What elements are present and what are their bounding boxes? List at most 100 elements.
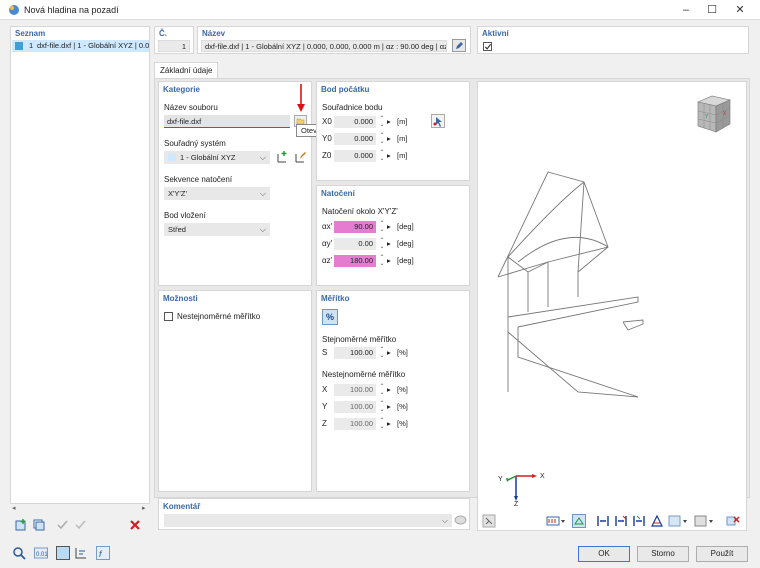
x0-label: X0 xyxy=(322,117,332,126)
layer-color-icon xyxy=(15,42,23,50)
spin-right-icon[interactable]: ▸ xyxy=(387,385,391,394)
list-header: Seznam xyxy=(15,29,46,38)
spinner-icon[interactable]: ⌃ ⌄ xyxy=(377,384,387,396)
spinner-icon[interactable]: ⌃ ⌄ xyxy=(377,221,387,233)
active-checkbox[interactable] xyxy=(483,42,492,51)
cs-select[interactable]: 1 - Globální XYZ ⌵ xyxy=(164,151,270,164)
spin-right-icon[interactable]: ▸ xyxy=(387,151,391,160)
ok-button[interactable]: OK xyxy=(578,546,630,562)
tab-basic[interactable]: Základní údaje xyxy=(154,62,219,79)
spinner-icon[interactable]: ⌃ ⌄ xyxy=(377,401,387,413)
display-settings-icon[interactable] xyxy=(74,546,88,560)
view-z-icon[interactable] xyxy=(632,514,646,528)
filename-input[interactable]: dxf-file.dxf xyxy=(164,115,290,128)
list-item[interactable]: 1 dxf-file.dxf | 1 - Globální XYZ | 0.0 xyxy=(12,40,149,52)
alpha-y-label: αy' xyxy=(322,239,333,248)
comment-input[interactable]: ⌵ xyxy=(164,514,452,527)
copy-layer-icon[interactable] xyxy=(32,518,46,532)
x0-input[interactable]: 0.000 xyxy=(334,116,376,128)
spinner-icon[interactable]: ⌃ ⌄ xyxy=(377,347,387,359)
dxf-preview-drawing xyxy=(497,171,644,398)
alpha-y-input[interactable]: 0.00 xyxy=(334,238,376,250)
spinner-icon[interactable]: ⌃ ⌄ xyxy=(377,255,387,267)
spin-right-icon[interactable]: ▸ xyxy=(387,419,391,428)
color-icon[interactable] xyxy=(56,546,70,560)
view-cube-icon[interactable]: Y X xyxy=(692,92,736,136)
number-field[interactable]: 1 xyxy=(158,40,190,52)
visibility-icon[interactable] xyxy=(668,514,688,528)
list-scrollbar[interactable]: ◂ ▸ xyxy=(10,505,150,513)
view-y-icon[interactable] xyxy=(614,514,628,528)
preview-viewport[interactable]: Y X X Y Z xyxy=(477,81,747,531)
sx-input[interactable]: 100.00 xyxy=(334,384,376,396)
spin-right-icon[interactable]: ▸ xyxy=(387,348,391,357)
app-icon xyxy=(9,5,19,15)
layers-icon[interactable] xyxy=(694,514,714,528)
render-icon[interactable] xyxy=(572,514,586,528)
edit-name-icon[interactable] xyxy=(452,39,466,52)
list-item-label: dxf-file.dxf | 1 - Globální XYZ | 0.0 xyxy=(37,41,149,50)
alpha-z-input[interactable]: 180.00 xyxy=(334,255,376,267)
spinner-icon[interactable]: ⌃ ⌄ xyxy=(377,116,387,128)
spin-right-icon[interactable]: ▸ xyxy=(387,134,391,143)
new-layer-icon[interactable] xyxy=(14,518,28,532)
view-x-icon[interactable] xyxy=(596,514,610,528)
sy-input[interactable]: 100.00 xyxy=(334,401,376,413)
cancel-button[interactable]: Storno xyxy=(637,546,689,562)
spinner-icon[interactable]: ⌃ ⌄ xyxy=(377,238,387,250)
check-icon[interactable] xyxy=(56,518,70,532)
comment-panel: Komentář ⌵ xyxy=(158,498,470,530)
sy-label: Y xyxy=(322,402,328,411)
window-title: Nová hladina na pozadí xyxy=(24,5,119,15)
close-icon[interactable]: ✕ xyxy=(730,2,750,18)
function-icon[interactable]: f xyxy=(96,546,110,560)
rotation-sequence-label: Sekvence natočení xyxy=(164,175,233,184)
list-panel: Seznam 1 dxf-file.dxf | 1 - Globální XYZ… xyxy=(10,26,150,504)
view-iso-icon[interactable] xyxy=(650,514,664,528)
origin-panel: Bod počátku Souřadnice bodu X0 0.000 ⌃ ⌄ … xyxy=(316,81,470,181)
alpha-x-unit: [deg] xyxy=(397,222,414,231)
edit-cs-icon[interactable] xyxy=(293,150,307,164)
units-icon[interactable]: 0.01 xyxy=(34,546,48,560)
uncheck-icon[interactable] xyxy=(74,518,88,532)
sx-unit: [%] xyxy=(397,385,408,394)
alpha-x-input[interactable]: 90.00 xyxy=(334,221,376,233)
x0-unit: [m] xyxy=(397,117,408,126)
insertion-point-select[interactable]: Střed ⌵ xyxy=(164,223,270,236)
spin-right-icon[interactable]: ▸ xyxy=(387,402,391,411)
spin-right-icon[interactable]: ▸ xyxy=(387,239,391,248)
y0-input[interactable]: 0.000 xyxy=(334,133,376,145)
rotation-sequence-select[interactable]: X'Y'Z' ⌵ xyxy=(164,187,270,200)
spin-right-icon[interactable]: ▸ xyxy=(387,117,391,126)
z0-label: Z0 xyxy=(322,151,332,160)
spinner-icon[interactable]: ⌃ ⌄ xyxy=(377,133,387,145)
active-panel: Aktivní xyxy=(477,26,749,54)
spinner-icon[interactable]: ⌃ ⌄ xyxy=(377,150,387,162)
view-settings-icon[interactable] xyxy=(482,514,496,528)
title-bar: Nová hladina na pozadí – ☐ ✕ xyxy=(0,0,760,20)
name-field[interactable]: dxf-file.dxf | 1 - Globální XYZ | 0.000,… xyxy=(201,40,447,52)
spin-right-icon[interactable]: ▸ xyxy=(387,222,391,231)
alpha-y-unit: [deg] xyxy=(397,239,414,248)
maximize-icon[interactable]: ☐ xyxy=(702,2,722,18)
sz-input[interactable]: 100.00 xyxy=(334,418,376,430)
new-cs-icon[interactable] xyxy=(275,150,289,164)
spinner-icon[interactable]: ⌃ ⌄ xyxy=(377,418,387,430)
s-input[interactable]: 100.00 xyxy=(334,347,376,359)
pick-point-icon[interactable] xyxy=(431,114,445,128)
nonuniform-checkbox[interactable] xyxy=(164,312,173,321)
minimize-icon[interactable]: – xyxy=(676,2,696,18)
z0-input[interactable]: 0.000 xyxy=(334,150,376,162)
name-label: Název xyxy=(202,29,226,38)
axis-z-label: Z xyxy=(514,501,519,508)
nonuniform-label: Nestejnoměrné měřítko xyxy=(177,312,261,321)
category-title: Kategorie xyxy=(163,85,200,94)
display-mode-icon[interactable] xyxy=(546,514,566,528)
spin-right-icon[interactable]: ▸ xyxy=(387,256,391,265)
reset-view-icon[interactable] xyxy=(726,514,740,528)
percent-button[interactable]: % xyxy=(322,309,338,325)
comment-edit-icon[interactable] xyxy=(454,514,467,526)
search-icon[interactable] xyxy=(12,546,26,560)
apply-button[interactable]: Použít xyxy=(696,546,748,562)
delete-icon[interactable] xyxy=(128,518,142,532)
